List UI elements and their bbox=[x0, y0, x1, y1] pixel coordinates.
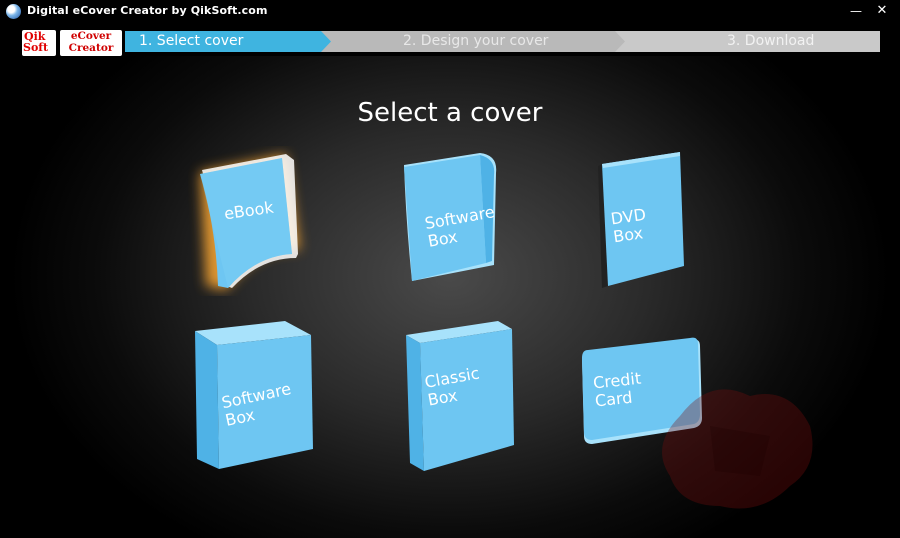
cover-selection-area: Select a cover eBook Software Box DVD Bo… bbox=[0, 56, 900, 538]
step-design-cover-label: 2. Design your cover bbox=[403, 33, 549, 49]
wizard-steps: 1. Select cover 2. Design your cover 3. … bbox=[125, 31, 880, 52]
minimize-button[interactable]: — bbox=[847, 2, 865, 20]
window-titlebar: Digital eCover Creator by QikSoft.com — … bbox=[0, 0, 900, 24]
wizard-header: Qik Soft eCover Creator 1. Select cover … bbox=[0, 24, 900, 56]
step-select-cover-label: 1. Select cover bbox=[139, 33, 244, 49]
close-button[interactable]: ✕ bbox=[873, 2, 891, 20]
cover-option-software-box[interactable]: Software Box bbox=[400, 153, 500, 283]
page-title: Select a cover bbox=[357, 98, 543, 128]
window-title: Digital eCover Creator by QikSoft.com bbox=[27, 4, 268, 17]
cover-option-classic-box[interactable]: Classic Box bbox=[404, 321, 516, 473]
ecover-creator-logo: eCover Creator bbox=[60, 30, 122, 56]
step-select-cover[interactable]: 1. Select cover bbox=[125, 31, 335, 52]
cover-option-dvd-box[interactable]: DVD Box bbox=[594, 152, 686, 288]
qiksoft-logo[interactable]: Qik Soft bbox=[22, 30, 56, 56]
step-design-cover[interactable]: 2. Design your cover bbox=[321, 31, 627, 52]
step-download-label: 3. Download bbox=[727, 33, 815, 49]
cover-option-dvd-box-label: DVD Box bbox=[609, 204, 648, 247]
qiksoft-logo-line2: Soft bbox=[23, 41, 49, 54]
ebook-cover-icon bbox=[200, 154, 300, 290]
cover-option-ebook[interactable]: eBook bbox=[188, 146, 313, 296]
ecover-logo-line2: Creator bbox=[68, 42, 114, 54]
app-globe-icon bbox=[6, 4, 21, 19]
watermark-stamp-icon bbox=[662, 389, 813, 509]
cover-option-software-box-3d[interactable]: Software Box bbox=[193, 321, 315, 471]
step-download[interactable]: 3. Download bbox=[615, 31, 880, 52]
ecover-logo-line1: eCover bbox=[70, 30, 112, 42]
